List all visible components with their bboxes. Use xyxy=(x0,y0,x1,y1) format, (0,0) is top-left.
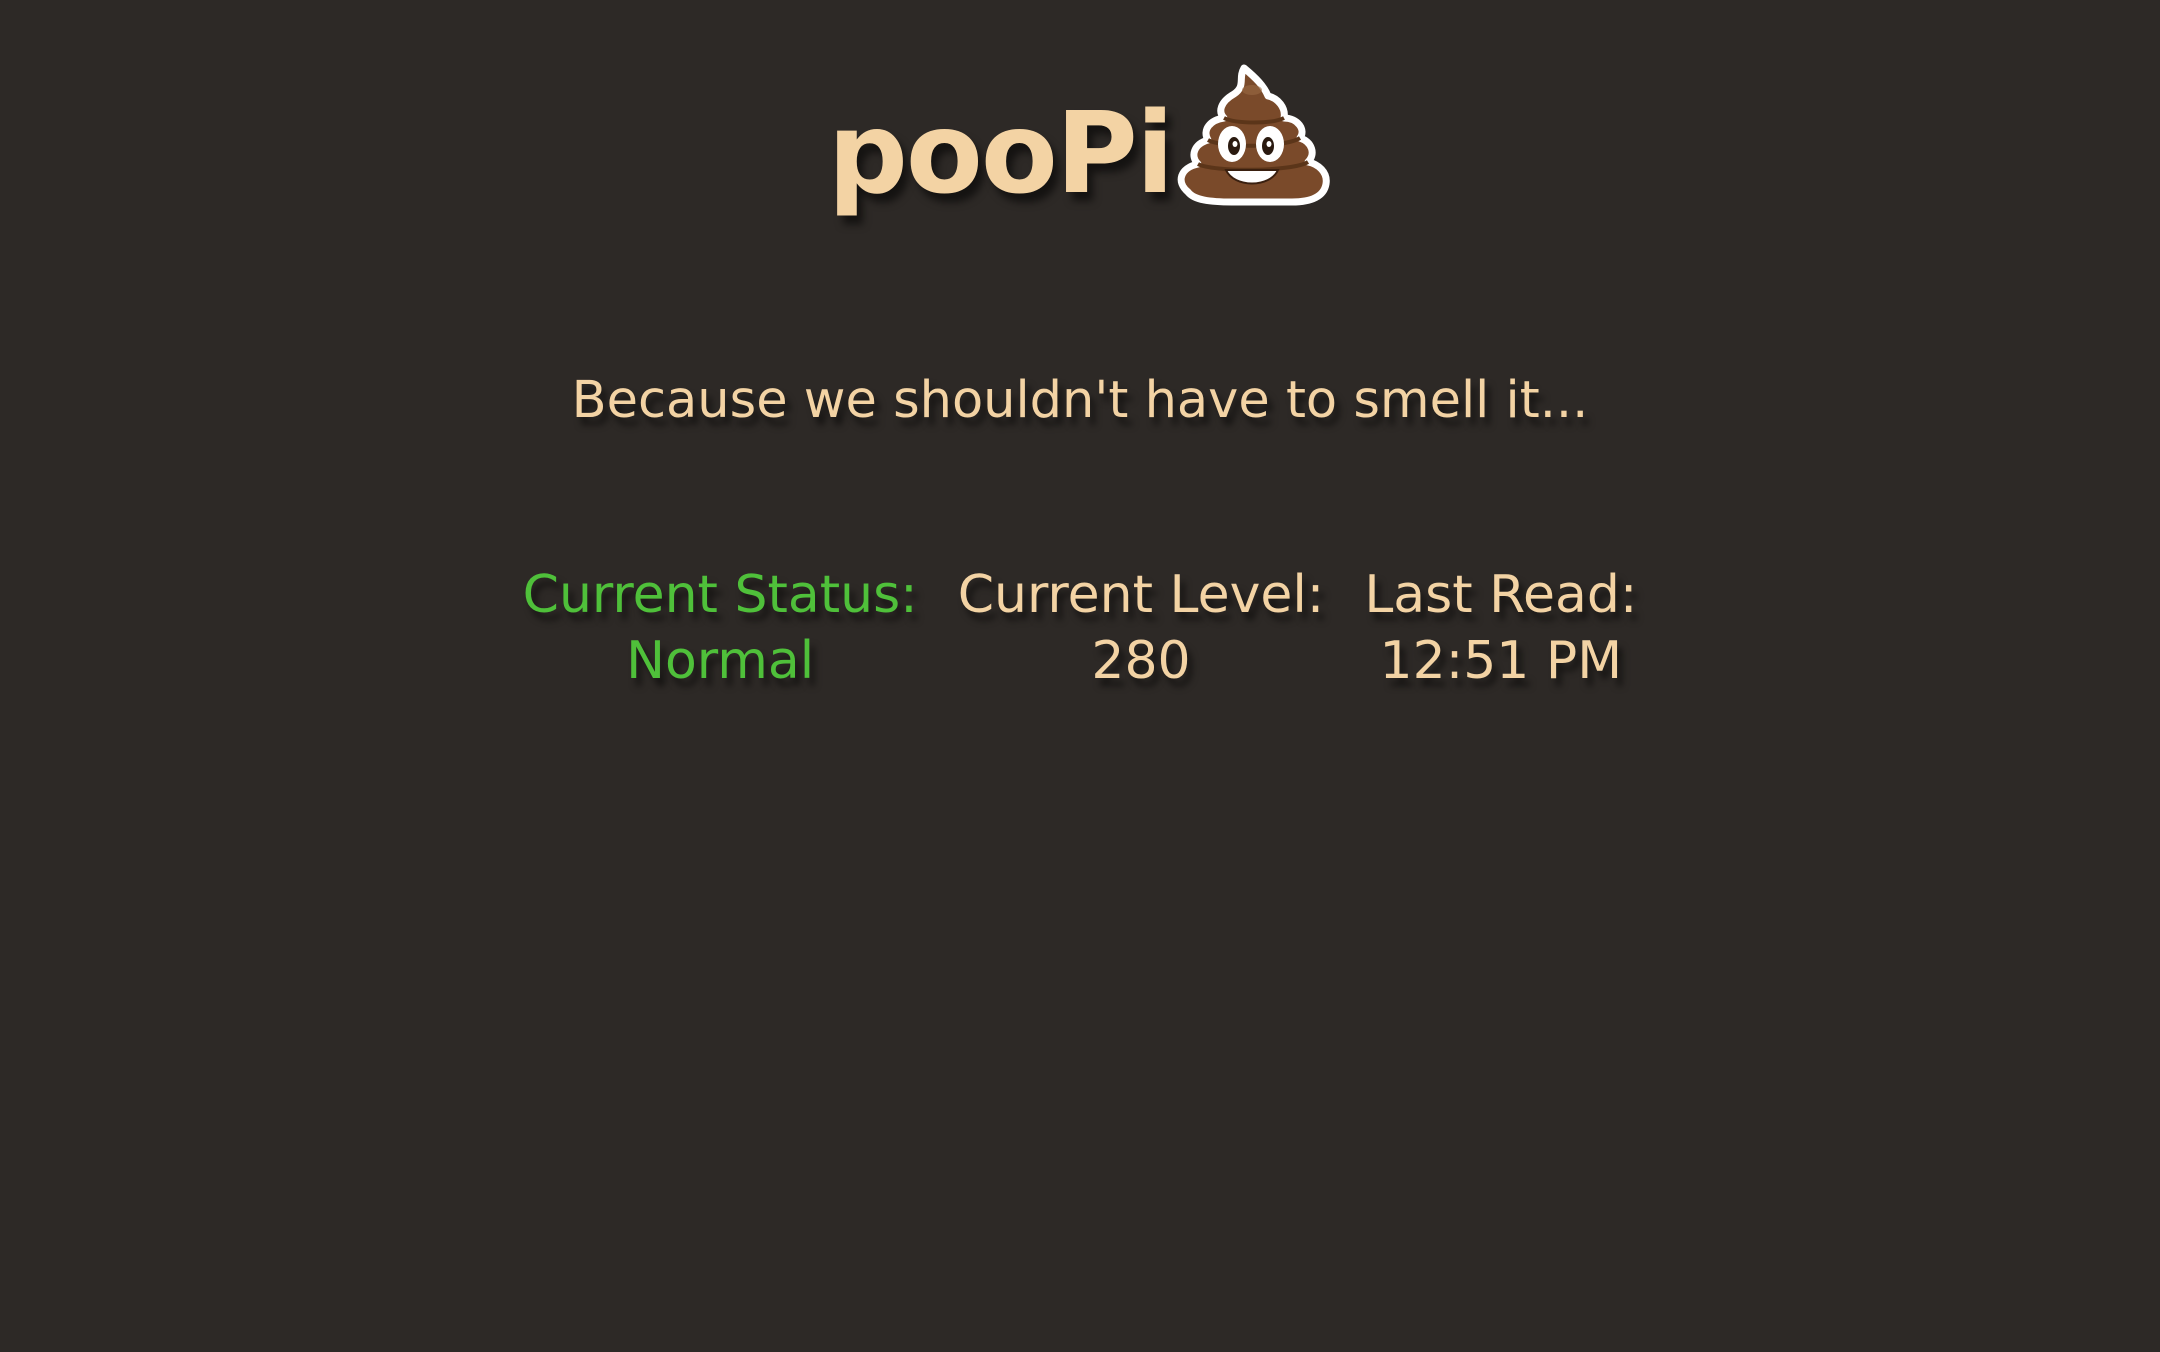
last-read-label: Last Read: xyxy=(1364,565,1638,625)
current-level: Current Level: 280 xyxy=(938,562,1345,694)
current-level-value: 280 xyxy=(1091,631,1191,691)
app-title: pooPi xyxy=(827,89,1175,219)
last-read-value: 12:51 PM xyxy=(1379,631,1623,691)
current-status-value: Normal xyxy=(626,631,815,691)
current-status: Current Status: Normal xyxy=(503,562,938,694)
tagline: Because we shouldn't have to smell it... xyxy=(571,371,1589,430)
last-read: Last Read: 12:51 PM xyxy=(1344,562,1657,694)
current-status-label: Current Status: xyxy=(522,565,918,625)
status-panel: Current Status: Normal Current Level: 28… xyxy=(0,562,2160,694)
current-level-label: Current Level: xyxy=(957,565,1325,625)
poo-emoji-icon xyxy=(1177,64,1330,206)
app-header: pooPi xyxy=(0,60,2160,218)
